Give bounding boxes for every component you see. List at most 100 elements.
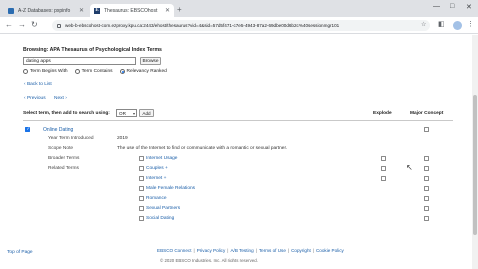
footer-link-privacy-policy[interactable]: Privacy Policy [197, 248, 226, 253]
back-to-list-label: Back to List [26, 82, 52, 87]
reload-icon[interactable]: ↻ [31, 20, 38, 30]
broader-terms-label: Broader Terms [48, 156, 80, 161]
radio-label: Relevancy Ranked [126, 69, 167, 74]
maximize-button[interactable]: □ [450, 3, 454, 10]
thesaurus-search-input[interactable]: dating apps [23, 57, 136, 65]
major-concept-checkbox[interactable] [424, 156, 429, 161]
browser-menu-icon[interactable]: ⋮ [467, 20, 474, 28]
tab-label: A-Z Databases: pxpinfo [18, 7, 71, 14]
major-concept-checkbox[interactable] [424, 216, 429, 221]
radio-label: Term Contains [81, 69, 113, 74]
operator-value: OR [119, 111, 126, 116]
major-concept-checkbox[interactable] [424, 206, 429, 211]
radio-term-contains[interactable]: Term Contains [74, 69, 113, 74]
chevron-down-icon: ▾ [132, 111, 135, 116]
major-concept-checkbox[interactable] [424, 196, 429, 201]
page-content: Browsing: APA Thesaurus of Psychological… [0, 35, 472, 269]
broader-term-checkbox[interactable] [139, 156, 144, 161]
related-term-checkbox[interactable] [139, 176, 144, 181]
related-term-checkbox[interactable] [139, 206, 144, 211]
close-window-button[interactable]: ✕ [466, 3, 472, 11]
url-text: web-b-ebscohost-com.ezproxy.kpu.ca:2443/… [65, 23, 340, 28]
major-concept-checkbox[interactable] [424, 127, 429, 132]
browser-toolbar: ← → ↻ web-b-ebscohost-com.ezproxy.kpu.ca… [0, 17, 478, 34]
radio-term-begins-with[interactable]: Term Begins With [23, 69, 68, 74]
plus-icon: + [164, 166, 168, 171]
add-button[interactable]: Add [139, 109, 154, 117]
tab-a-z-databases[interactable]: A-Z Databases: pxpinfo ✕ [4, 4, 88, 17]
related-terms-label: Related Terms [48, 166, 79, 171]
radio-relevancy-ranked[interactable]: Relevancy Ranked [119, 69, 167, 74]
major-concept-checkbox[interactable] [424, 176, 429, 181]
new-tab-button[interactable]: + [177, 5, 182, 14]
related-term-social-dating[interactable]: Social Dating [146, 216, 174, 221]
profile-avatar[interactable] [453, 21, 462, 30]
major-concept-checkbox[interactable] [424, 186, 429, 191]
scope-note-value: The use of the Internet to find or commu… [117, 146, 288, 151]
previous-link[interactable]: ‹ Previous [24, 96, 46, 101]
year-term-label: Year Term Introduced [48, 136, 94, 141]
explode-checkbox[interactable] [381, 176, 386, 181]
back-to-list-link[interactable]: ‹ Back to List [24, 82, 52, 87]
browser-tab-strip: A-Z Databases: pxpinfo ✕ E Thesaurus: EB… [0, 0, 478, 17]
related-term-sexual-partners[interactable]: Sexual Partners [146, 206, 180, 211]
footer-link-ebsco-connect[interactable]: EBSCO Connect [157, 248, 191, 253]
back-arrow-icon[interactable]: ← [5, 20, 13, 30]
tab-label: Thesaurus: EBSCOhost [104, 7, 158, 14]
plus-icon: + [163, 176, 167, 181]
select-term-label: Select term, then add to search using: [23, 111, 110, 116]
related-term-checkbox[interactable] [139, 196, 144, 201]
related-term-male-female-relations[interactable]: Male Female Relations [146, 186, 195, 191]
explode-checkbox[interactable] [381, 166, 386, 171]
footer-link-terms-of-use[interactable]: Terms of Use [259, 248, 286, 253]
footer-separator: | [193, 248, 195, 253]
page-title: Browsing: APA Thesaurus of Psychological… [23, 47, 162, 53]
mouse-cursor-icon: ↖ [406, 163, 413, 172]
close-tab-icon[interactable]: ✕ [165, 7, 170, 14]
divider [23, 120, 453, 121]
footer-separator: | [287, 248, 290, 253]
radio-label: Term Begins With [30, 69, 68, 74]
footer-separator: | [312, 248, 314, 253]
bookmark-star-icon[interactable]: ☆ [421, 21, 426, 28]
next-label: Next [54, 96, 64, 101]
related-term-checkbox[interactable] [139, 186, 144, 191]
radio-button[interactable] [23, 69, 28, 74]
page-favicon-icon [8, 7, 14, 14]
footer-separator: | [227, 248, 229, 253]
related-term-checkbox[interactable] [139, 216, 144, 221]
boolean-operator-select[interactable]: OR ▾ [116, 109, 137, 117]
footer-link-copyright[interactable]: Copyright [291, 248, 311, 253]
broader-term-internet-usage[interactable]: Internet Usage [146, 156, 177, 161]
ebsco-favicon-icon: E [94, 7, 100, 14]
online-dating-checkbox[interactable] [25, 126, 30, 132]
radio-button[interactable] [119, 69, 125, 74]
scope-note-label: Scope Note [48, 146, 74, 151]
footer-link-ab-testing[interactable]: A/B Testing [230, 248, 253, 253]
minimize-button[interactable]: — [433, 3, 440, 10]
radio-button[interactable] [74, 69, 80, 74]
related-term-checkbox[interactable] [139, 166, 144, 171]
lock-icon [57, 23, 61, 28]
top-of-page-link[interactable]: Top of Page [7, 250, 33, 255]
term-online-dating[interactable]: Online Dating [43, 127, 73, 133]
address-bar[interactable]: web-b-ebscohost-com.ezproxy.kpu.ca:2443/… [52, 20, 430, 31]
major-concept-checkbox[interactable] [424, 166, 429, 171]
explode-checkbox[interactable] [381, 156, 386, 161]
browse-button[interactable]: Browse [140, 57, 161, 65]
forward-arrow-icon[interactable]: → [18, 20, 26, 30]
close-tab-icon[interactable]: ✕ [79, 7, 84, 14]
scrollbar-thumb[interactable] [473, 95, 477, 235]
footer-link-cookie-policy[interactable]: Cookie Policy [316, 248, 344, 253]
explode-column-header: Explode [373, 111, 392, 116]
related-term-couples[interactable]: Couples + [146, 166, 168, 171]
related-term-label: Internet [146, 176, 163, 181]
major-concept-column-header: Major Concept [410, 111, 444, 116]
next-link[interactable]: Next › [54, 96, 67, 101]
related-term-romance[interactable]: Romance [146, 196, 167, 201]
tab-thesaurus-ebscohost[interactable]: E Thesaurus: EBSCOhost ✕ [90, 4, 174, 17]
extensions-icon[interactable]: ◧ [438, 20, 445, 28]
related-term-internet[interactable]: Internet + [146, 176, 166, 181]
chevron-right-icon: › [63, 96, 67, 101]
year-term-value: 2019 [117, 136, 128, 141]
